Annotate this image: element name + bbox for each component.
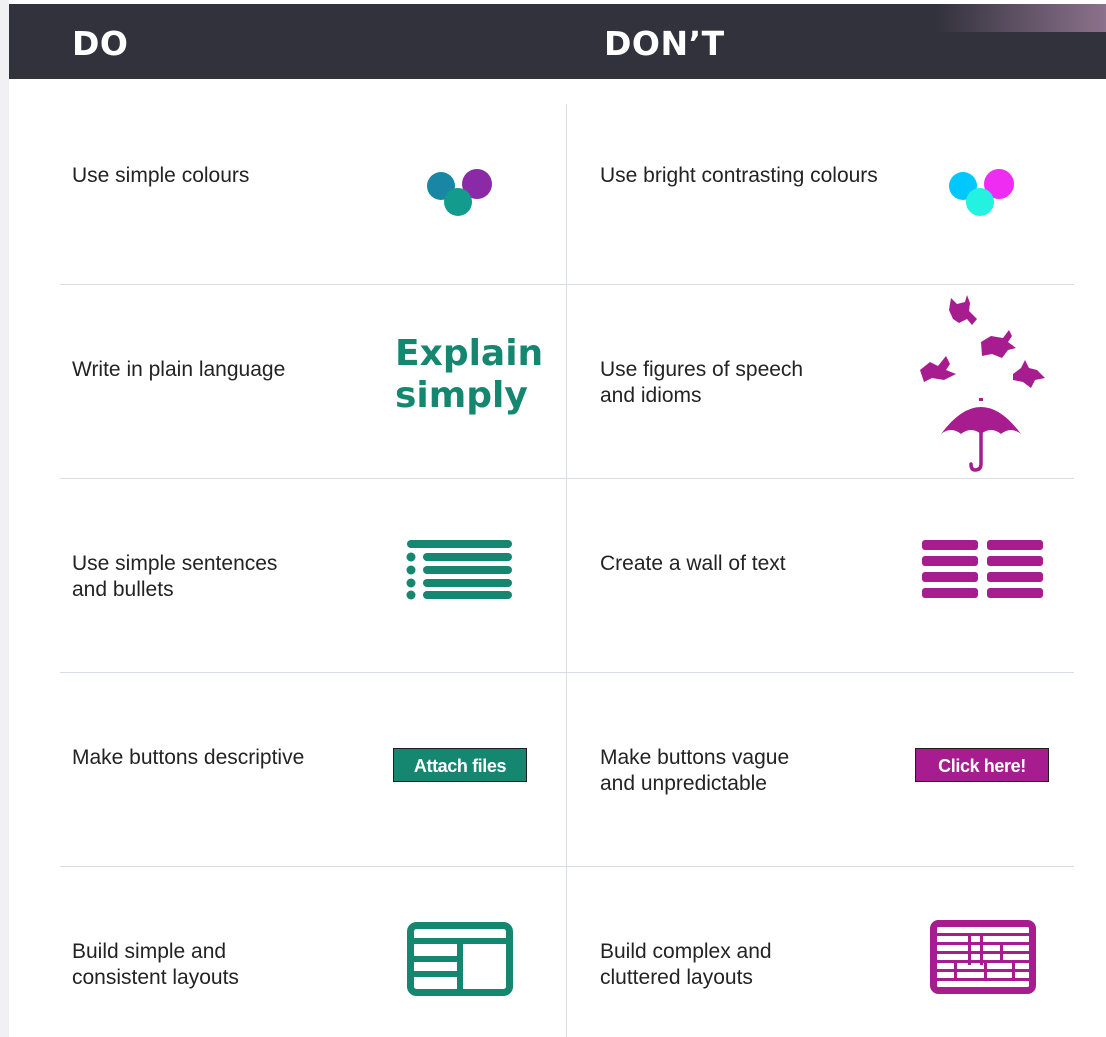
comparison-table: Use simple colours Use bright contrastin… — [60, 104, 1074, 1037]
row-divider — [60, 284, 1074, 285]
dont-text-wall: Create a wall of text — [600, 551, 786, 577]
text-line: Build simple and — [72, 940, 227, 963]
dont-text-idioms: Use figures of speech and idioms — [600, 357, 803, 409]
dont-text-buttons: Make buttons vague and unpredictable — [600, 745, 789, 797]
explain-simply-text: Explain simply — [395, 333, 544, 417]
cluttered-layout-icon — [930, 920, 1036, 994]
bright-circles-icon — [949, 169, 1014, 216]
do-text-buttons: Make buttons descriptive — [72, 745, 304, 771]
muted-circles-icon — [427, 169, 492, 216]
left-margin — [0, 0, 9, 1037]
text-line: Create a wall of text — [600, 552, 786, 575]
text-line: Use simple colours — [72, 164, 250, 187]
text-line: Use bright contrasting colours — [600, 164, 878, 187]
wall-of-text-icon — [922, 540, 1043, 598]
column-divider — [566, 104, 567, 1037]
text-line: and unpredictable — [600, 772, 767, 795]
row-divider — [60, 672, 1074, 673]
text-line: consistent layouts — [72, 966, 239, 989]
text-line: and idioms — [600, 384, 702, 407]
dont-column-title: DON’T — [604, 24, 725, 63]
dont-text-layouts: Build complex and cluttered layouts — [600, 939, 772, 991]
do-text-language: Write in plain language — [72, 357, 285, 383]
do-text-colours: Use simple colours — [72, 163, 249, 189]
text-line: Use figures of speech — [600, 358, 804, 381]
text-line: Explain — [395, 333, 544, 374]
simple-layout-icon — [407, 922, 513, 996]
text-line: Use simple sentences — [72, 552, 278, 575]
text-line: Build complex and — [600, 940, 772, 963]
text-line: Write in plain language — [72, 358, 286, 381]
bullet-list-icon — [406, 540, 512, 600]
table-header: DO DON’T — [9, 4, 1106, 79]
text-line: Make buttons descriptive — [72, 746, 305, 769]
text-line: and bullets — [72, 578, 174, 601]
raining-cats-and-dogs-icon — [920, 295, 1045, 472]
dont-text-colours: Use bright contrasting colours — [600, 163, 878, 189]
attach-files-button[interactable]: Attach files — [393, 748, 527, 782]
click-here-button[interactable]: Click here! — [915, 748, 1049, 782]
row-divider — [60, 478, 1074, 479]
header-glow — [936, 4, 1106, 32]
do-column-title: DO — [72, 24, 129, 63]
do-text-layouts: Build simple and consistent layouts — [72, 939, 239, 991]
do-text-sentences: Use simple sentences and bullets — [72, 551, 277, 603]
text-line: Make buttons vague — [600, 746, 790, 769]
row-divider — [60, 866, 1074, 867]
text-line: simply — [395, 375, 528, 416]
text-line: cluttered layouts — [600, 966, 753, 989]
